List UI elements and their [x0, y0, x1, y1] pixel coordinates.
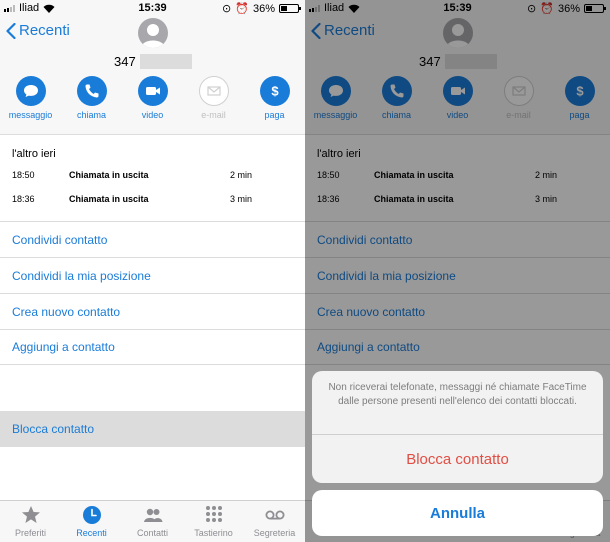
action-pay-button[interactable]: $ paga — [244, 76, 305, 120]
add-to-contact-item[interactable]: Aggiungi a contatto — [0, 329, 305, 365]
phone-icon — [84, 84, 98, 98]
tab-voicemail[interactable]: Segreteria — [244, 501, 305, 542]
status-bar: Iliad 15:39 ⊙ ⏰ 36% — [0, 0, 305, 16]
contact-screen: Iliad 15:39 ⊙ ⏰ 36% Recenti 347 messaggi… — [0, 0, 305, 542]
action-email-button[interactable]: e-mail — [183, 76, 244, 120]
action-message-button[interactable]: messaggio — [0, 76, 61, 120]
mail-icon — [206, 86, 221, 96]
confirm-block-button[interactable]: Blocca contatto — [312, 435, 603, 483]
tab-bar: Preferiti Recenti Contatti Tastierino Se… — [0, 500, 305, 542]
quick-actions: messaggio chiama video e-mail $ paga — [0, 76, 305, 120]
dollar-icon: $ — [271, 84, 279, 99]
message-icon — [23, 85, 38, 97]
share-location-item[interactable]: Condividi la mia posizione — [0, 257, 305, 293]
action-sheet: Non riceverai telefonate, messaggi né ch… — [312, 371, 603, 483]
person-silhouette-icon — [140, 24, 165, 48]
tab-favorites[interactable]: Preferiti — [0, 501, 61, 542]
battery-percent: 36% — [252, 2, 275, 15]
chevron-left-icon — [6, 22, 16, 39]
back-button[interactable]: Recenti — [6, 22, 70, 39]
clock-icon — [82, 506, 101, 524]
redacted-number — [139, 54, 192, 69]
action-video-button[interactable]: video — [122, 76, 183, 120]
tab-keypad[interactable]: Tastierino — [183, 501, 244, 542]
battery-icon — [279, 4, 301, 13]
call-row: 18:36 Chiamata in uscita 3 min — [12, 194, 253, 204]
alarm-icon: ⏰ — [235, 3, 249, 15]
contact-options-list: Condividi contatto Condividi la mia posi… — [0, 221, 305, 365]
star-icon — [21, 506, 40, 523]
contact-screen-with-sheet: Iliad 15:39 ⊙ ⏰ 36% Recenti 347 messaggi… — [305, 0, 610, 542]
contact-phone-number: 347 — [114, 54, 192, 69]
recent-calls: l'altro ieri 18:50 Chiamata in uscita 2 … — [0, 148, 305, 214]
tab-contacts[interactable]: Contatti — [122, 501, 183, 542]
keypad-icon — [205, 506, 222, 522]
lock-rotation-icon: ⊙ — [222, 3, 232, 15]
svg-text:$: $ — [271, 84, 279, 99]
action-call-button[interactable]: chiama — [61, 76, 122, 120]
create-contact-item[interactable]: Crea nuovo contatto — [0, 293, 305, 329]
share-contact-item[interactable]: Condividi contatto — [0, 221, 305, 257]
contacts-icon — [143, 508, 162, 522]
avatar — [137, 18, 168, 48]
tab-recents[interactable]: Recenti — [61, 501, 122, 542]
block-contact-item[interactable]: Blocca contatto — [0, 411, 305, 447]
call-row: 18:50 Chiamata in uscita 2 min — [12, 170, 253, 180]
recent-calls-date: l'altro ieri — [12, 148, 56, 160]
back-label: Recenti — [19, 22, 70, 39]
contact-header: Recenti 347 messaggio chiama video e-mai… — [0, 16, 305, 135]
voicemail-icon — [265, 510, 284, 520]
cancel-button[interactable]: Annulla — [312, 490, 603, 536]
video-icon — [145, 87, 160, 95]
action-sheet-message: Non riceverai telefonate, messaggi né ch… — [312, 371, 603, 435]
